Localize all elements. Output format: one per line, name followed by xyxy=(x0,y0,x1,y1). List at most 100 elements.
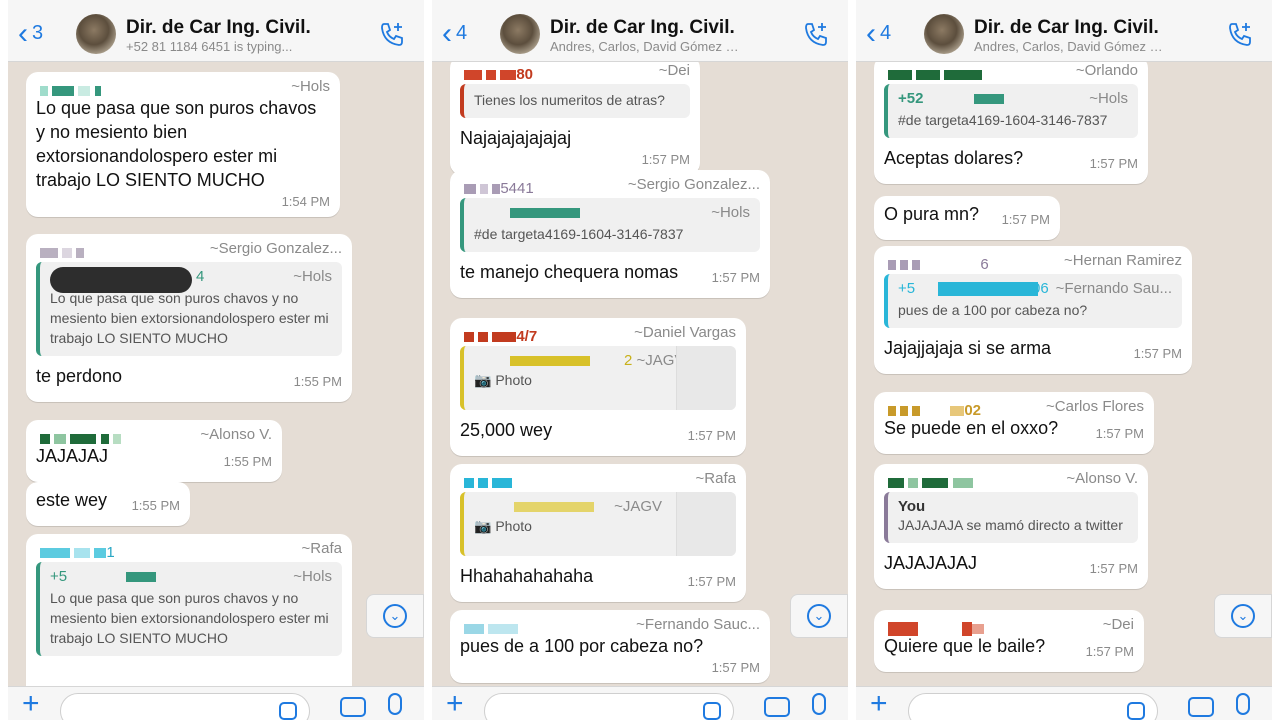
redacted-phone xyxy=(40,244,85,259)
message-bubble[interactable]: 02 ~Carlos Flores 1:57 PM Se puede en el … xyxy=(874,392,1154,454)
message-text: 1:57 PM O pura mn? xyxy=(884,202,1050,227)
redaction-bar xyxy=(510,208,580,218)
scroll-to-bottom-button[interactable]: ⌄ xyxy=(366,594,424,638)
camera-icon[interactable] xyxy=(340,697,366,717)
camera-icon[interactable] xyxy=(764,697,790,717)
message-text: 1:57 PM te manejo chequera nomas xyxy=(460,260,760,285)
chat-screen-3: ‹ 4 Dir. de Car Ing. Civil. Andres, Carl… xyxy=(856,0,1272,720)
message-bubble[interactable]: ~Alonso V. 1:55 PM JAJAJAJ xyxy=(26,420,282,482)
back-button[interactable]: ‹ 4 xyxy=(442,16,467,50)
message-input[interactable] xyxy=(484,693,734,720)
message-text: 1:55 PM este wey xyxy=(36,488,180,513)
message-input[interactable] xyxy=(60,693,310,720)
chat-screen-2: ‹ 4 Dir. de Car Ing. Civil. Andres, Carl… xyxy=(432,0,848,720)
quote-author: +5 ~Hols xyxy=(50,568,332,585)
chat-screen-1: ‹ 3 Dir. de Car Ing. Civil. +52 81 1184 … xyxy=(8,0,424,720)
quote-text: #de targeta4169-1604-3146-7837 xyxy=(474,226,684,242)
message-bubble[interactable]: 1:55 PM este wey xyxy=(26,482,190,526)
quoted-message[interactable]: ~JAGV 📷 Photo xyxy=(460,492,736,556)
message-bubble[interactable]: 6 ~Hernan Ramirez +5 06 ~Fernando Sau...… xyxy=(874,246,1192,374)
redacted-phone xyxy=(40,430,121,445)
message-author: ~Sergio Gonzalez... xyxy=(36,240,342,259)
plus-icon[interactable]: + xyxy=(446,689,464,719)
message-list[interactable]: ~Hols Lo que pasa que son puros chavos y… xyxy=(8,62,424,686)
scroll-to-bottom-button[interactable]: ⌄ xyxy=(1214,594,1272,638)
message-bubble[interactable]: ~Sergio Gonzalez... 4 ~Hols Lo que pasa … xyxy=(26,234,352,402)
sticker-icon[interactable] xyxy=(279,702,297,720)
message-bubble[interactable]: ~Dei 1:57 PM Quiere que le baile? xyxy=(874,610,1144,672)
message-bubble[interactable]: 1 ~Rafa +5 ~Hols Lo que pasa que son pur… xyxy=(26,534,352,686)
redacted-phone: 5441 xyxy=(464,180,534,197)
sticker-icon[interactable] xyxy=(1127,702,1145,720)
message-author: ~Orlando xyxy=(884,62,1138,81)
scroll-to-bottom-button[interactable]: ⌄ xyxy=(790,594,848,638)
message-list[interactable]: 80 ~Dei Tienes los numeritos de atras? N… xyxy=(432,62,848,686)
add-call-icon[interactable] xyxy=(802,20,830,48)
message-time: 1:57 PM xyxy=(1133,346,1182,361)
add-call-icon[interactable] xyxy=(1226,20,1254,48)
message-input[interactable] xyxy=(908,693,1158,720)
back-button[interactable]: ‹ 3 xyxy=(18,18,43,48)
group-avatar[interactable] xyxy=(500,14,540,54)
photo-thumbnail[interactable] xyxy=(676,492,736,556)
message-author: 80 ~Dei xyxy=(460,62,690,83)
message-bubble[interactable]: ~Fernando Sauc... pues de a 100 por cabe… xyxy=(450,610,770,683)
chevron-left-icon: ‹ xyxy=(442,16,452,50)
redacted-phone xyxy=(888,66,983,81)
quoted-message[interactable]: You JAJAJAJA se mamó directo a twitter xyxy=(884,492,1138,543)
group-avatar[interactable] xyxy=(76,14,116,54)
quote-text: #de targeta4169-1604-3146-7837 xyxy=(898,112,1108,128)
add-call-icon[interactable] xyxy=(378,20,406,48)
message-text: 1:57 PM Se puede en el oxxo? xyxy=(884,416,1144,441)
group-title[interactable]: Dir. de Car Ing. Civil. xyxy=(974,17,1159,39)
group-title[interactable]: Dir. de Car Ing. Civil. xyxy=(550,17,735,39)
group-subtitle: Andres, Carlos, David Gómez M, Del... xyxy=(550,39,740,54)
message-bubble[interactable]: 4/7 ~Daniel Vargas 2 ~JAGV 📷 Photo 1:57 … xyxy=(450,318,746,456)
message-text: 1:57 PM Aceptas dolares? xyxy=(884,146,1138,171)
message-time: 1:54 PM xyxy=(281,194,330,209)
photo-thumbnail[interactable] xyxy=(676,346,736,410)
message-text: 1:55 PM te perdono xyxy=(36,364,342,389)
group-avatar[interactable] xyxy=(924,14,964,54)
chevron-down-icon: ⌄ xyxy=(1231,604,1255,628)
quote-text: Tienes los numeritos de atras? xyxy=(474,92,665,108)
plus-icon[interactable]: + xyxy=(870,689,888,719)
chevron-down-icon: ⌄ xyxy=(383,604,407,628)
message-bubble[interactable]: 5441 ~Sergio Gonzalez... ~Hols #de targe… xyxy=(450,170,770,298)
message-time: 1:57 PM xyxy=(1001,212,1050,227)
message-bubble[interactable]: ~Alonso V. You JAJAJAJA se mamó directo … xyxy=(874,464,1148,589)
message-time: 1:57 PM xyxy=(1089,156,1138,171)
message-bubble[interactable]: ~Hols Lo que pasa que son puros chavos y… xyxy=(26,72,340,217)
microphone-icon[interactable] xyxy=(812,693,826,715)
message-text: 1:57 PM JAJAJAJAJ xyxy=(884,551,1138,576)
message-bubble[interactable]: 80 ~Dei Tienes los numeritos de atras? N… xyxy=(450,62,700,175)
composer-bar: + xyxy=(856,686,1272,720)
message-time: 1:57 PM xyxy=(711,270,760,285)
quote-author: +52 ~Hols xyxy=(898,90,1128,107)
message-author: 4/7 ~Daniel Vargas xyxy=(460,324,736,345)
group-title[interactable]: Dir. de Car Ing. Civil. xyxy=(126,17,311,39)
back-button[interactable]: ‹ 4 xyxy=(866,18,891,48)
quoted-message[interactable]: +5 ~Hols Lo que pasa que son puros chavo… xyxy=(36,562,342,656)
microphone-icon[interactable] xyxy=(388,693,402,715)
quoted-message[interactable]: 4 ~Hols Lo que pasa que son puros chavos… xyxy=(36,262,342,356)
quoted-message[interactable]: ~Hols #de targeta4169-1604-3146-7837 xyxy=(460,198,760,252)
message-bubble[interactable]: 1:57 PM O pura mn? xyxy=(874,196,1060,240)
message-bubble[interactable]: ~Orlando +52 ~Hols #de targeta4169-1604-… xyxy=(874,62,1148,184)
message-time: 1:57 PM xyxy=(687,428,736,443)
message-list[interactable]: ~Orlando +52 ~Hols #de targeta4169-1604-… xyxy=(856,62,1272,686)
message-author: ~Alonso V. xyxy=(884,470,1138,489)
camera-icon[interactable] xyxy=(1188,697,1214,717)
message-time: 1:55 PM xyxy=(223,454,272,469)
sticker-icon[interactable] xyxy=(703,702,721,720)
message-author: 1 ~Rafa xyxy=(36,540,342,561)
quoted-message[interactable]: 2 ~JAGV 📷 Photo xyxy=(460,346,736,410)
message-bubble[interactable]: ~Rafa ~JAGV 📷 Photo 1:57 PM Hhahahahahaha xyxy=(450,464,746,602)
quoted-message[interactable]: +5 06 ~Fernando Sau... pues de a 100 por… xyxy=(884,274,1182,328)
plus-icon[interactable]: + xyxy=(22,689,40,719)
quote-author: ~Hols xyxy=(474,204,750,224)
quoted-message[interactable]: +52 ~Hols #de targeta4169-1604-3146-7837 xyxy=(884,84,1138,138)
microphone-icon[interactable] xyxy=(1236,693,1250,715)
quoted-message[interactable]: Tienes los numeritos de atras? xyxy=(460,84,690,118)
message-time: 1:57 PM xyxy=(641,152,690,167)
